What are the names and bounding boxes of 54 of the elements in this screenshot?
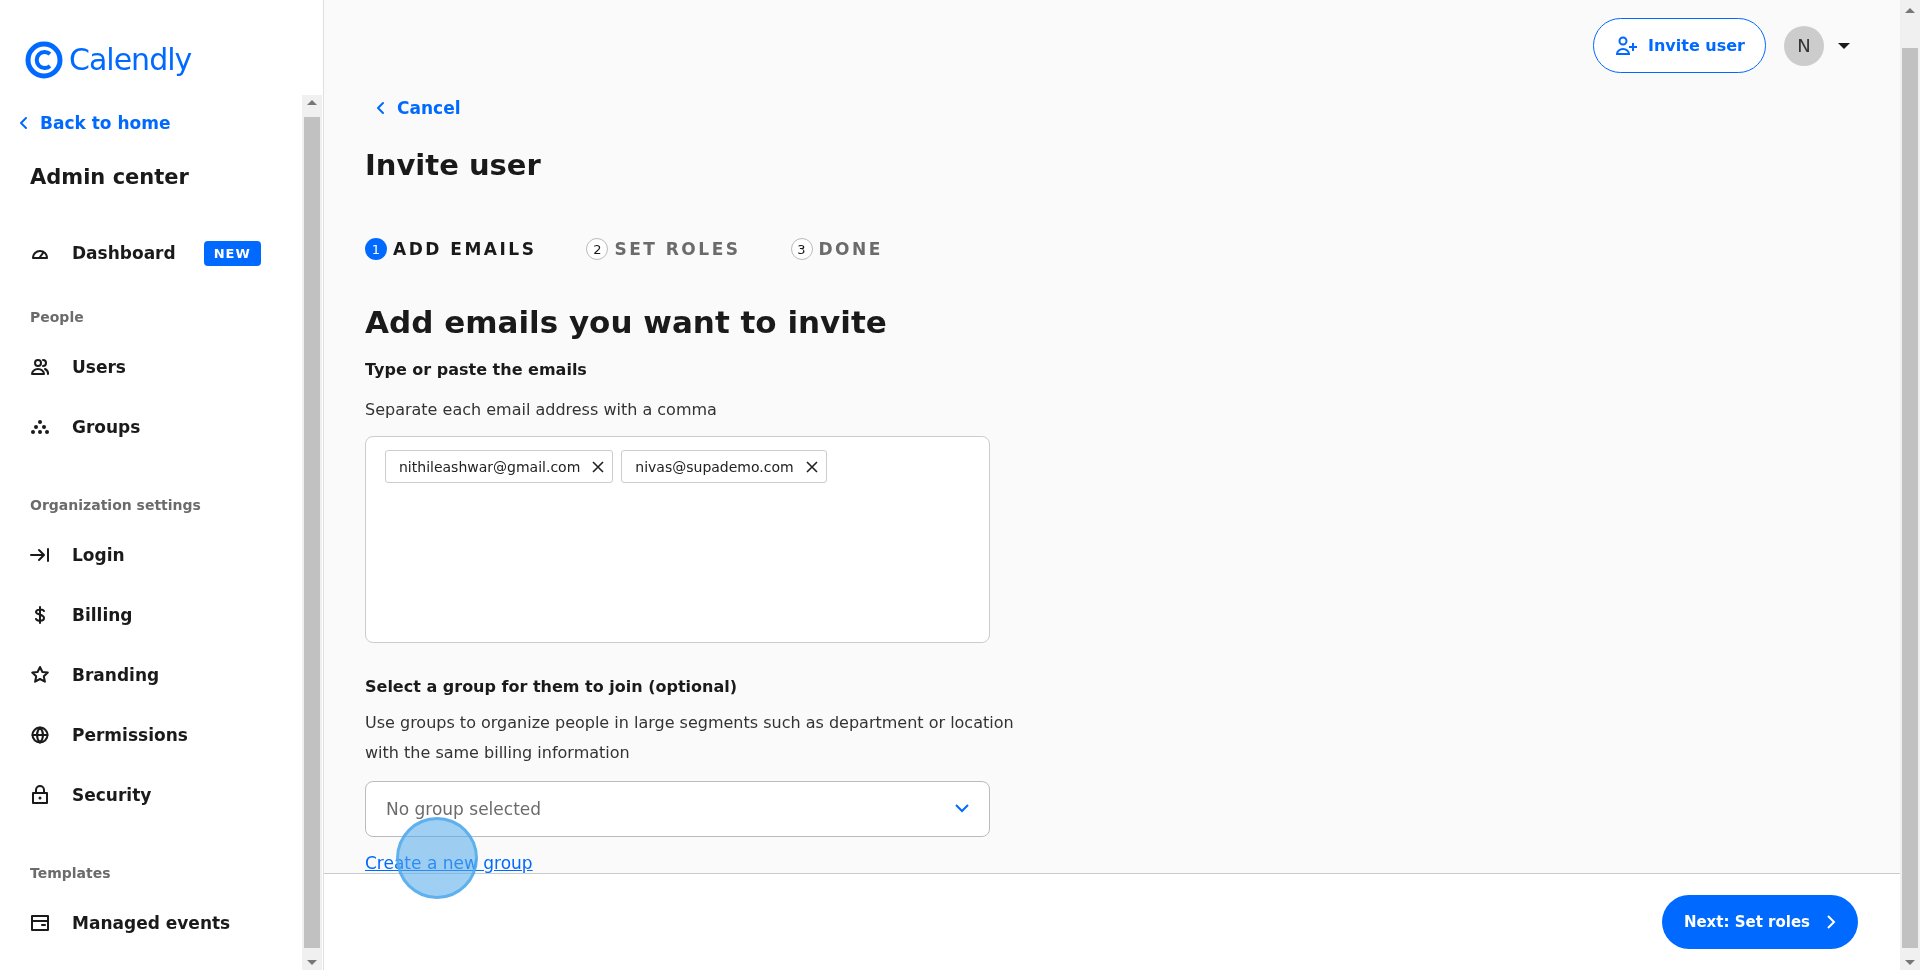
email-input-field[interactable]: nithileashwar@gmail.com nivas@supademo.com — [365, 436, 990, 643]
step-number: 3 — [790, 238, 813, 260]
calendar-card-icon — [31, 915, 49, 931]
back-link[interactable]: Back to home — [0, 95, 299, 133]
add-person-icon — [1616, 35, 1638, 56]
sidebar-item[interactable]: Billing — [0, 585, 299, 645]
group-dropdown[interactable]: No group selected — [365, 780, 990, 837]
sidebar-item[interactable]: Groups — [0, 397, 299, 457]
invite-user-button[interactable]: Invite user — [1593, 18, 1766, 73]
dots-icon — [31, 418, 49, 436]
section-label: Templates — [29, 864, 112, 883]
caret-icon[interactable] — [1838, 42, 1850, 49]
login-arrow-icon — [30, 546, 50, 564]
scrollbar[interactable] — [302, 95, 322, 970]
section-title: Add emails you want to invite — [365, 304, 888, 340]
sidebar-item[interactable]: Security — [0, 765, 299, 825]
sidebar-item[interactable]: Permissions — [0, 705, 299, 765]
step-label: ADD EMAILS — [393, 239, 537, 259]
section-label: People — [29, 308, 85, 327]
chevron-right-icon — [1826, 914, 1836, 930]
logo-text: Calendly — [69, 42, 192, 77]
avatar[interactable]: N — [1784, 25, 1824, 66]
next-button[interactable]: Next: Set roles — [1661, 895, 1858, 949]
chevron-down-icon — [955, 804, 969, 814]
scrollbar[interactable] — [1900, 0, 1920, 970]
field-label: Select a group for them to join (optional) — [365, 676, 739, 696]
step-label: DONE — [818, 239, 883, 259]
globe-icon — [31, 726, 49, 744]
email-text: nivas@supademo.com — [635, 458, 794, 475]
star-icon — [30, 665, 50, 685]
field-hint: Use groups to organize people in large segments such as department or location with the same billing information — [365, 711, 1015, 764]
people-icon — [31, 358, 49, 376]
step-number: 1 — [365, 238, 387, 260]
step-number: 2 — [586, 238, 609, 260]
cancel-link[interactable]: Cancel — [375, 98, 461, 118]
sidebar-item[interactable]: Managed events — [0, 893, 299, 953]
sidebar-item[interactable]: Users — [0, 337, 299, 397]
close-icon[interactable] — [592, 460, 605, 473]
sidebar-item[interactable]: Dashboard NEW — [0, 223, 299, 283]
sidebar-title: Admin center — [29, 164, 190, 189]
email-text: nithileashwar@gmail.com — [399, 458, 581, 475]
field-label: Type or paste the emails — [365, 360, 588, 379]
sidebar-item[interactable]: Login — [0, 525, 299, 585]
chevron-left-icon — [18, 116, 30, 130]
page-title: Invite user — [365, 148, 542, 182]
close-icon[interactable] — [805, 460, 818, 473]
lock-icon — [31, 785, 49, 805]
logo-icon — [25, 40, 63, 79]
chevron-left-icon — [375, 101, 387, 115]
field-hint: Separate each email address with a comma — [365, 399, 718, 421]
sidebar-item[interactable]: Branding — [0, 645, 299, 705]
section-label: Organization settings — [29, 496, 202, 515]
step-label: SET ROLES — [614, 239, 741, 259]
new-badge: NEW — [203, 240, 261, 266]
